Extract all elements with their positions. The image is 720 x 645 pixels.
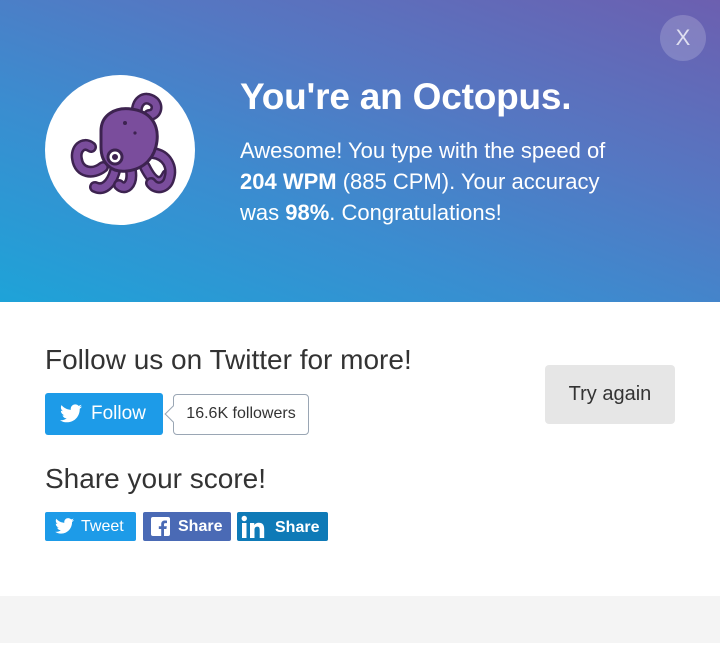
tweet-label: Tweet [81,518,124,535]
congrats-text: . Congratulations! [329,200,502,225]
accuracy-value: 98% [285,200,330,225]
cpm-text: (885 CPM). Your accuracy [336,169,600,194]
twitter-follow-button[interactable]: Follow [45,393,163,435]
follow-button-label: Follow [91,403,146,424]
footer-band [0,596,720,643]
facebook-share-button[interactable]: Share [143,512,231,541]
result-description: Awesome! You type with the speed of 204 … [240,135,670,228]
result-banner: X You're an Octopus. Awesome! You type w… [0,0,720,302]
twitter-bird-icon [55,518,74,534]
share-heading: Share your score! [45,463,266,494]
facebook-icon [151,517,170,536]
tweet-button[interactable]: Tweet [45,512,136,541]
avatar [45,75,195,225]
twitter-bird-icon [60,404,82,423]
close-button[interactable]: X [660,15,706,61]
linkedin-icon [241,515,265,538]
follow-heading: Follow us on Twitter for more! [45,344,412,375]
facebook-share-label: Share [178,518,223,535]
result-line1: Awesome! You type with the speed of [240,138,606,163]
accuracy-prefix: was [240,200,286,225]
result-title: You're an Octopus. [240,76,572,117]
wpm-value: 204 WPM [240,169,337,194]
followers-count: 16.6K followers [173,394,309,435]
linkedin-share-label: Share [275,519,320,536]
try-again-button[interactable]: Try again [545,365,675,424]
octopus-icon [70,92,177,195]
linkedin-share-button[interactable]: Share [237,512,328,541]
